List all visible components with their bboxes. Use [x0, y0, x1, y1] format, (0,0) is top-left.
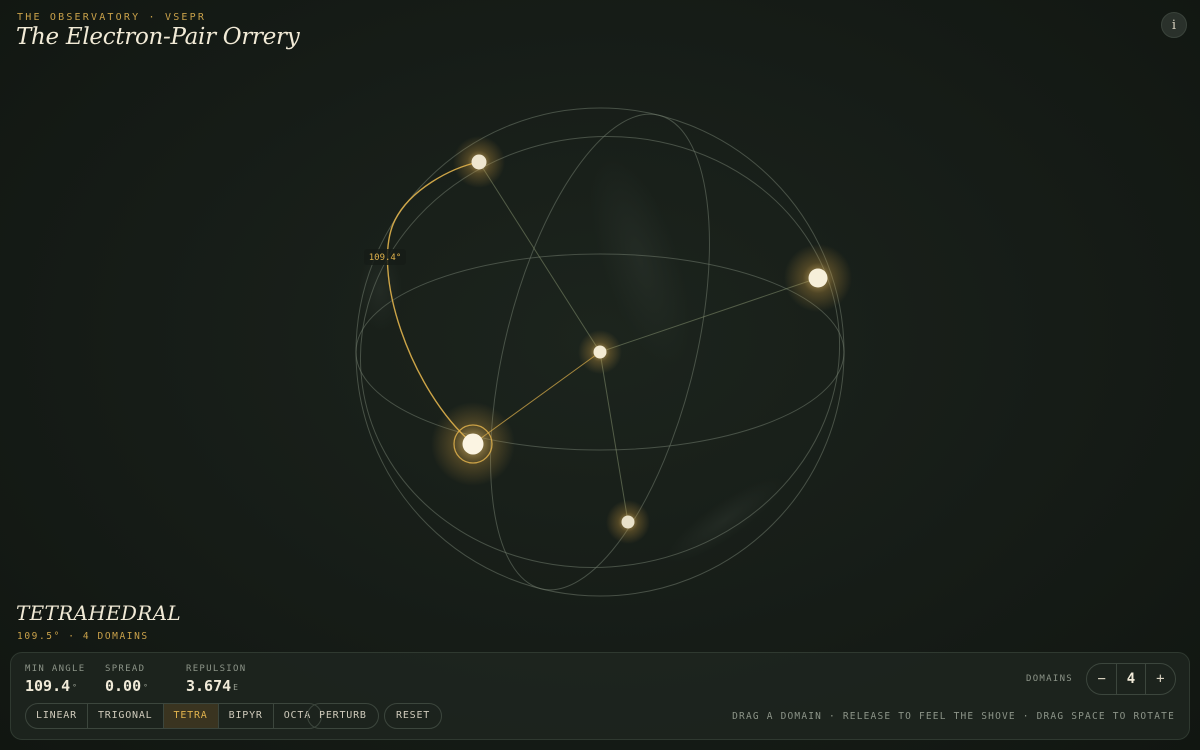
- domain-bottom[interactable]: [606, 500, 650, 544]
- angle-arc: [386, 161, 480, 445]
- domain-top[interactable]: [453, 136, 505, 188]
- stat-min-angle: MIN ANGLE 109.4 °: [25, 664, 85, 695]
- angle-label: 109.4°: [364, 249, 406, 265]
- eyebrow-label: THE OBSERVATORY · VSEPR: [17, 12, 207, 23]
- preset-linear[interactable]: LINEAR: [26, 704, 88, 728]
- sphere-shading: [358, 154, 784, 563]
- page-title: The Electron-Pair Orrery: [16, 24, 300, 50]
- info-icon: i: [1171, 17, 1177, 33]
- control-panel: MIN ANGLE 109.4 ° SPREAD 0.00 ° REPULSION …: [10, 652, 1190, 740]
- angle-label-text: 109.4°: [369, 253, 402, 263]
- geometry-subtitle: 109.5° · 4 DOMAINS: [17, 631, 149, 642]
- orrery-canvas[interactable]: 109.4°: [0, 0, 1200, 750]
- stat-label: MIN ANGLE: [25, 664, 86, 674]
- reset-button[interactable]: RESET: [384, 703, 443, 729]
- increment-button[interactable]: +: [1146, 671, 1175, 687]
- domains-label: DOMAINS: [1026, 674, 1074, 684]
- stat-label: REPULSION: [186, 664, 247, 674]
- geometry-name: TETRAHEDRAL: [16, 601, 181, 625]
- stat-value: 0.00 °: [105, 677, 148, 695]
- stat-repulsion: REPULSION 3.674 E: [186, 664, 246, 695]
- preset-selector: LINEAR TRIGONAL TETRA BIPYR OCTA: [25, 703, 323, 729]
- decrement-button[interactable]: −: [1087, 671, 1116, 687]
- stat-label: SPREAD: [105, 664, 146, 674]
- preset-bipyr[interactable]: BIPYR: [219, 704, 274, 728]
- domains-stepper: − 4 +: [1086, 663, 1176, 695]
- domains-count: 4: [1116, 664, 1146, 694]
- domain-right[interactable]: [784, 244, 852, 312]
- info-button[interactable]: i: [1161, 12, 1187, 38]
- domain-front-selected[interactable]: [431, 402, 515, 486]
- stat-value: 109.4 °: [25, 677, 77, 695]
- interaction-hint: DRAG A DOMAIN · RELEASE TO FEEL THE SHOV…: [732, 711, 1175, 722]
- perturb-button[interactable]: PERTURB: [307, 703, 379, 729]
- stat-spread: SPREAD 0.00 °: [105, 664, 148, 695]
- central-atom: [578, 330, 622, 374]
- preset-tetra[interactable]: TETRA: [163, 704, 219, 728]
- bond-line: [599, 351, 629, 523]
- stat-value: 3.674 E: [186, 677, 238, 695]
- preset-trigonal[interactable]: TRIGONAL: [88, 704, 164, 728]
- bond-line: [478, 161, 601, 353]
